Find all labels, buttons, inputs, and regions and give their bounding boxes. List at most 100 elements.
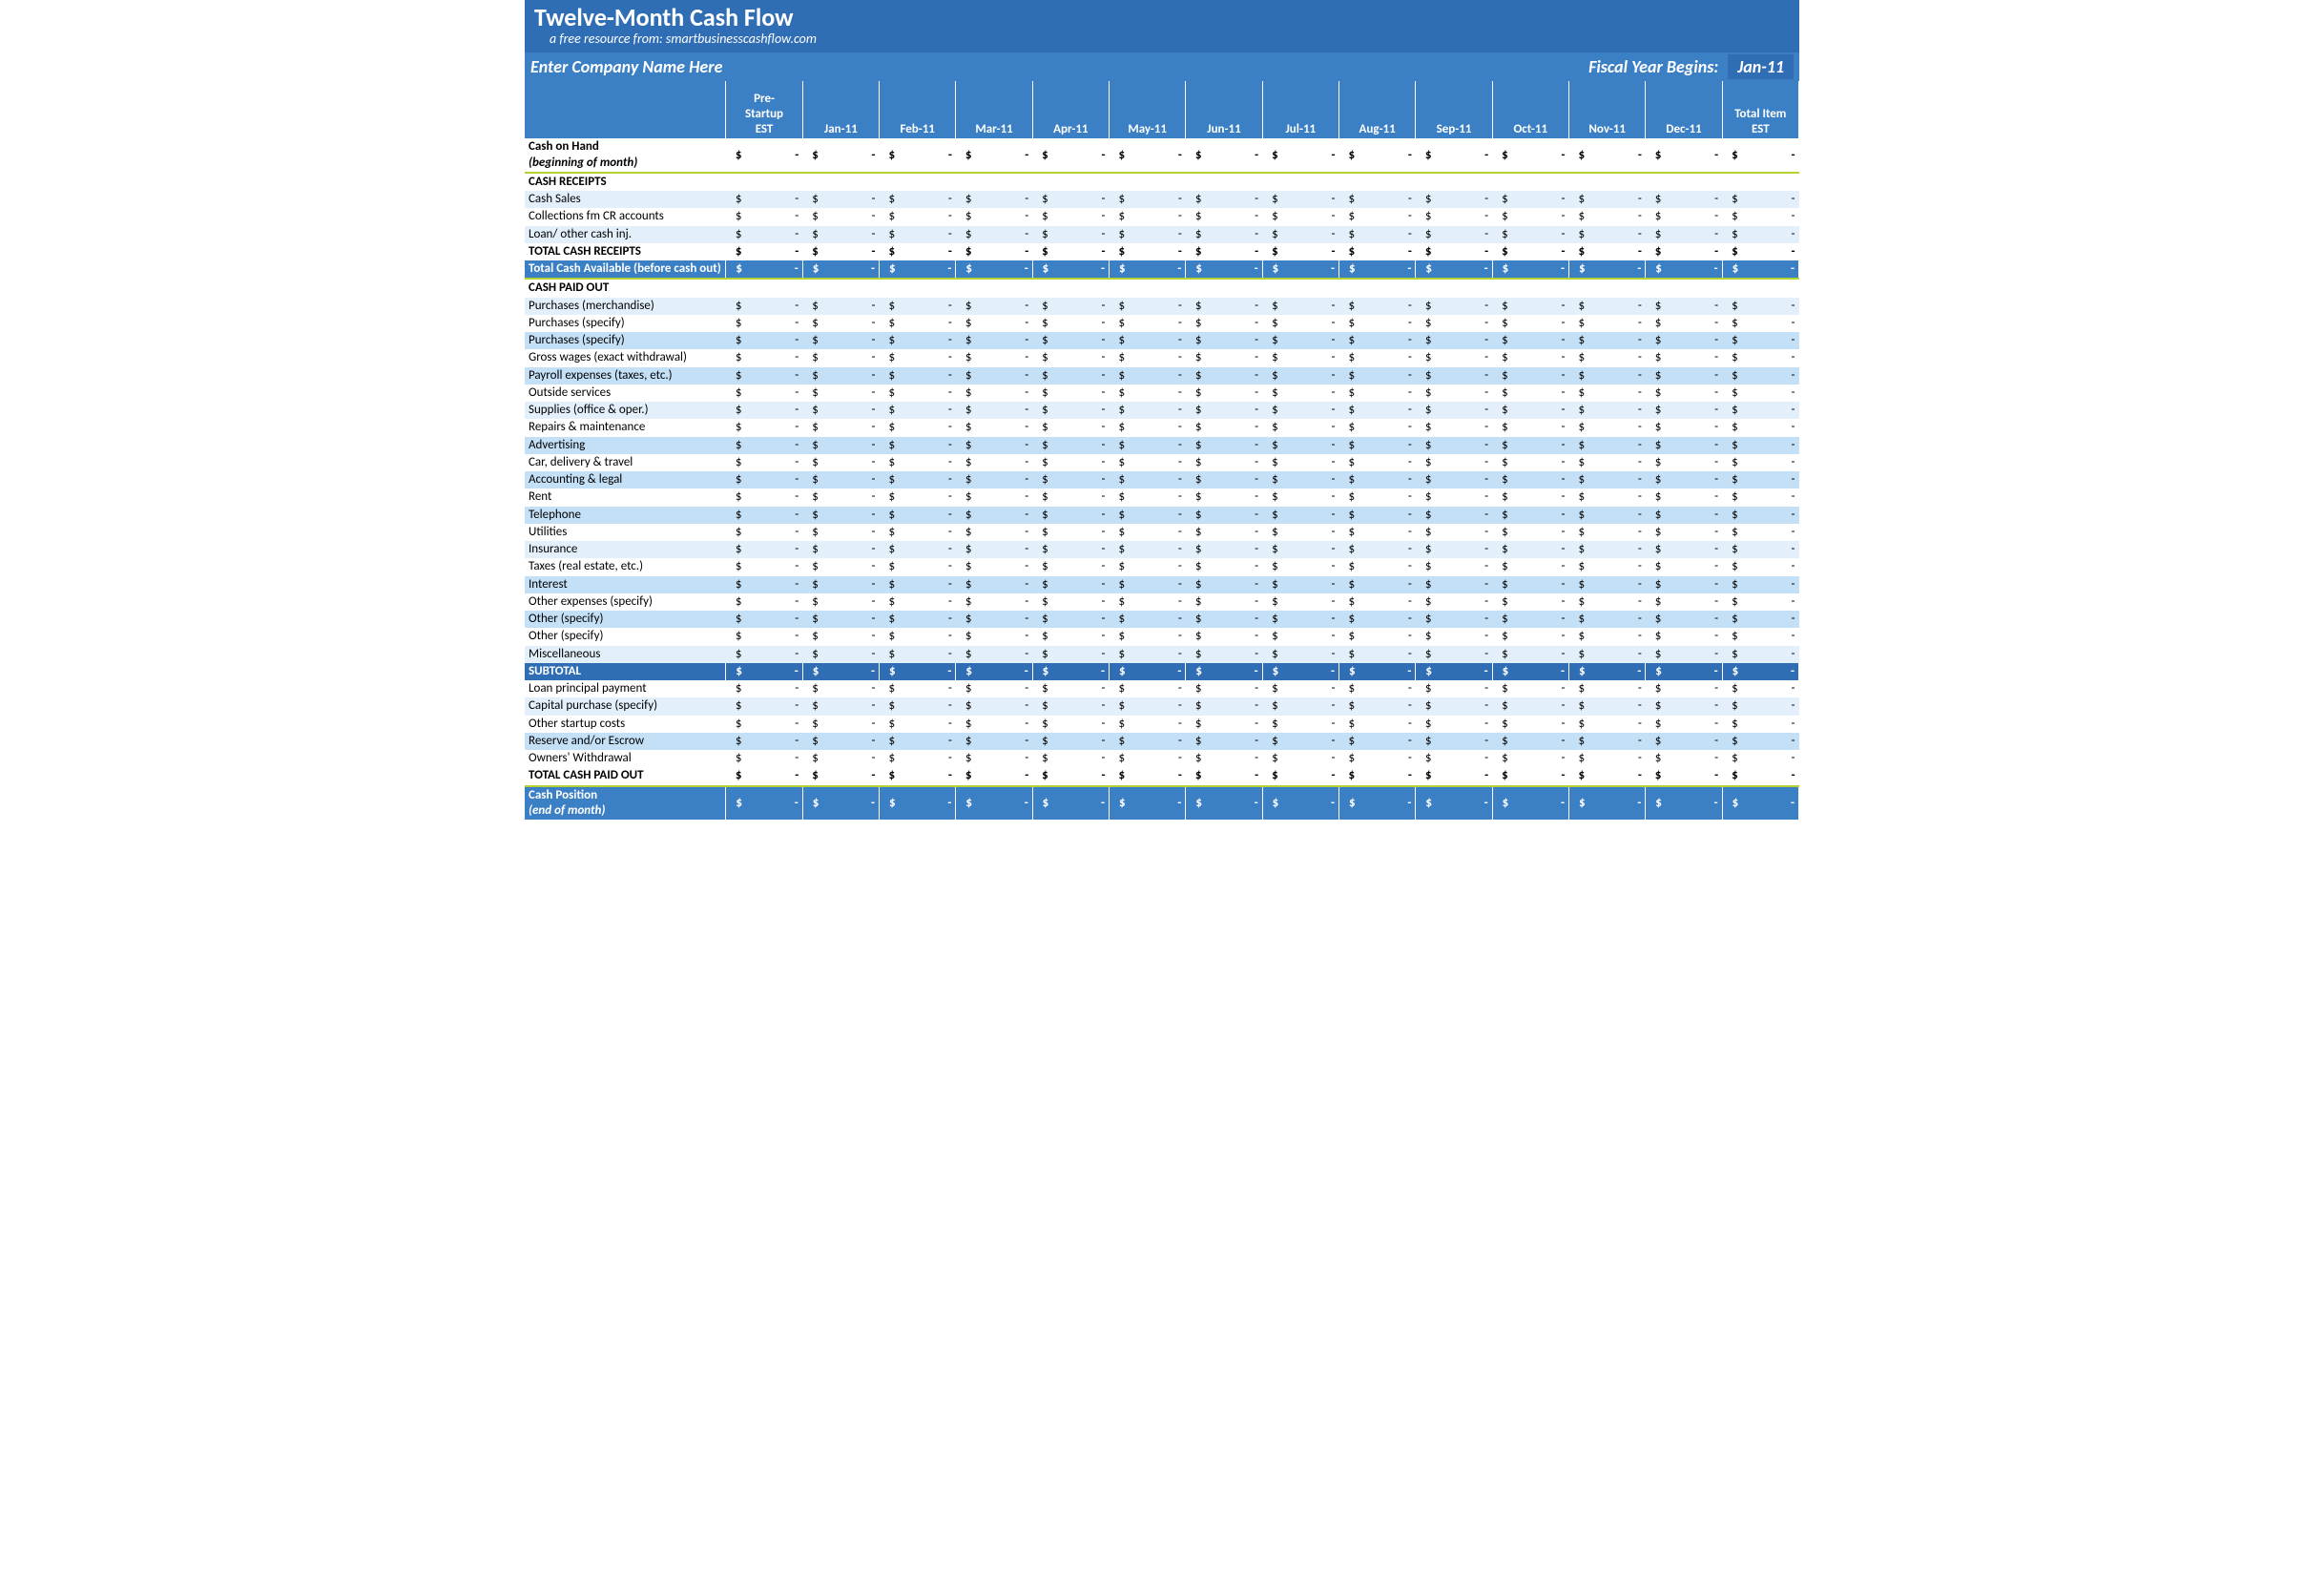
amount-cell[interactable]: $-	[1110, 385, 1186, 402]
amount-cell[interactable]: $-	[726, 385, 802, 402]
amount-cell[interactable]: $-	[1416, 750, 1492, 767]
amount-cell[interactable]: $-	[956, 437, 1032, 454]
amount-cell[interactable]: $-	[1492, 437, 1568, 454]
amount-cell[interactable]: $-	[1492, 402, 1568, 419]
amount-cell[interactable]: $-	[726, 260, 802, 279]
amount-cell[interactable]: $-	[1032, 628, 1109, 645]
amount-cell[interactable]: $-	[1416, 611, 1492, 628]
amount-cell[interactable]: $-	[1722, 471, 1798, 489]
amount-cell[interactable]: $-	[1110, 243, 1186, 260]
amount-cell[interactable]: $-	[1416, 716, 1492, 733]
amount-cell[interactable]: $-	[726, 663, 802, 680]
amount-cell[interactable]: $-	[880, 750, 956, 767]
amount-cell[interactable]: $-	[1032, 697, 1109, 715]
amount-cell[interactable]: $-	[726, 611, 802, 628]
amount-cell[interactable]: $-	[1186, 733, 1262, 750]
amount-cell[interactable]: $-	[956, 138, 1032, 173]
amount-cell[interactable]: $-	[880, 349, 956, 366]
amount-cell[interactable]: $-	[1262, 716, 1338, 733]
amount-cell[interactable]: $-	[1338, 628, 1415, 645]
amount-cell[interactable]: $-	[1032, 454, 1109, 471]
amount-cell[interactable]: $-	[1492, 663, 1568, 680]
amount-cell[interactable]: $-	[1492, 507, 1568, 524]
amount-cell[interactable]: $-	[1492, 349, 1568, 366]
amount-cell[interactable]: $-	[1338, 611, 1415, 628]
amount-cell[interactable]: $-	[1416, 663, 1492, 680]
amount-cell[interactable]: $-	[1722, 332, 1798, 349]
amount-cell[interactable]: $-	[1722, 576, 1798, 593]
amount-cell[interactable]: $-	[880, 260, 956, 279]
amount-cell[interactable]: $-	[1032, 419, 1109, 436]
amount-cell[interactable]: $-	[1568, 385, 1645, 402]
amount-cell[interactable]: $-	[1722, 402, 1798, 419]
amount-cell[interactable]: $-	[1186, 298, 1262, 315]
amount-cell[interactable]: $-	[1416, 628, 1492, 645]
amount-cell[interactable]: $-	[956, 716, 1032, 733]
amount-cell[interactable]: $-	[1110, 628, 1186, 645]
amount-cell[interactable]: $-	[726, 716, 802, 733]
amount-cell[interactable]: $-	[956, 767, 1032, 785]
amount-cell[interactable]: $-	[1722, 787, 1798, 821]
amount-cell[interactable]: $-	[1568, 191, 1645, 208]
amount-cell[interactable]: $-	[1110, 750, 1186, 767]
amount-cell[interactable]: $-	[1032, 191, 1109, 208]
amount-cell[interactable]: $-	[1568, 611, 1645, 628]
amount-cell[interactable]: $-	[956, 332, 1032, 349]
amount-cell[interactable]: $-	[956, 226, 1032, 243]
amount-cell[interactable]: $-	[802, 787, 879, 821]
amount-cell[interactable]: $-	[726, 419, 802, 436]
amount-cell[interactable]: $-	[1338, 576, 1415, 593]
amount-cell[interactable]: $-	[1186, 332, 1262, 349]
amount-cell[interactable]: $-	[1568, 260, 1645, 279]
amount-cell[interactable]: $-	[956, 663, 1032, 680]
amount-cell[interactable]: $-	[1262, 576, 1338, 593]
amount-cell[interactable]: $-	[1186, 680, 1262, 697]
amount-cell[interactable]: $-	[802, 138, 879, 173]
amount-cell[interactable]: $-	[1492, 750, 1568, 767]
amount-cell[interactable]: $-	[880, 138, 956, 173]
amount-cell[interactable]: $-	[1492, 767, 1568, 785]
amount-cell[interactable]: $-	[1338, 208, 1415, 225]
amount-cell[interactable]: $-	[726, 646, 802, 663]
amount-cell[interactable]: $-	[1262, 558, 1338, 575]
amount-cell[interactable]: $-	[726, 138, 802, 173]
amount-cell[interactable]: $-	[1722, 558, 1798, 575]
amount-cell[interactable]: $-	[1722, 226, 1798, 243]
amount-cell[interactable]: $-	[1722, 593, 1798, 611]
amount-cell[interactable]: $-	[1262, 226, 1338, 243]
amount-cell[interactable]: $-	[1568, 507, 1645, 524]
amount-cell[interactable]: $-	[1416, 332, 1492, 349]
amount-cell[interactable]: $-	[1646, 454, 1722, 471]
amount-cell[interactable]: $-	[1416, 367, 1492, 385]
amount-cell[interactable]: $-	[1646, 507, 1722, 524]
amount-cell[interactable]: $-	[880, 697, 956, 715]
amount-cell[interactable]: $-	[1338, 298, 1415, 315]
amount-cell[interactable]: $-	[1186, 787, 1262, 821]
amount-cell[interactable]: $-	[802, 697, 879, 715]
amount-cell[interactable]: $-	[956, 315, 1032, 332]
amount-cell[interactable]: $-	[1186, 138, 1262, 173]
amount-cell[interactable]: $-	[802, 750, 879, 767]
amount-cell[interactable]: $-	[726, 593, 802, 611]
amount-cell[interactable]: $-	[1416, 541, 1492, 558]
amount-cell[interactable]: $-	[1492, 315, 1568, 332]
amount-cell[interactable]: $-	[802, 332, 879, 349]
amount-cell[interactable]: $-	[1492, 419, 1568, 436]
amount-cell[interactable]: $-	[1032, 138, 1109, 173]
amount-cell[interactable]: $-	[802, 524, 879, 541]
amount-cell[interactable]: $-	[1646, 558, 1722, 575]
amount-cell[interactable]: $-	[1568, 471, 1645, 489]
amount-cell[interactable]: $-	[1646, 243, 1722, 260]
amount-cell[interactable]: $-	[1338, 437, 1415, 454]
amount-cell[interactable]: $-	[1338, 697, 1415, 715]
amount-cell[interactable]: $-	[1110, 454, 1186, 471]
amount-cell[interactable]: $-	[1646, 226, 1722, 243]
amount-cell[interactable]: $-	[880, 507, 956, 524]
amount-cell[interactable]: $-	[956, 402, 1032, 419]
amount-cell[interactable]: $-	[802, 576, 879, 593]
amount-cell[interactable]: $-	[1492, 576, 1568, 593]
amount-cell[interactable]: $-	[802, 208, 879, 225]
amount-cell[interactable]: $-	[880, 454, 956, 471]
amount-cell[interactable]: $-	[1416, 208, 1492, 225]
amount-cell[interactable]: $-	[1032, 332, 1109, 349]
